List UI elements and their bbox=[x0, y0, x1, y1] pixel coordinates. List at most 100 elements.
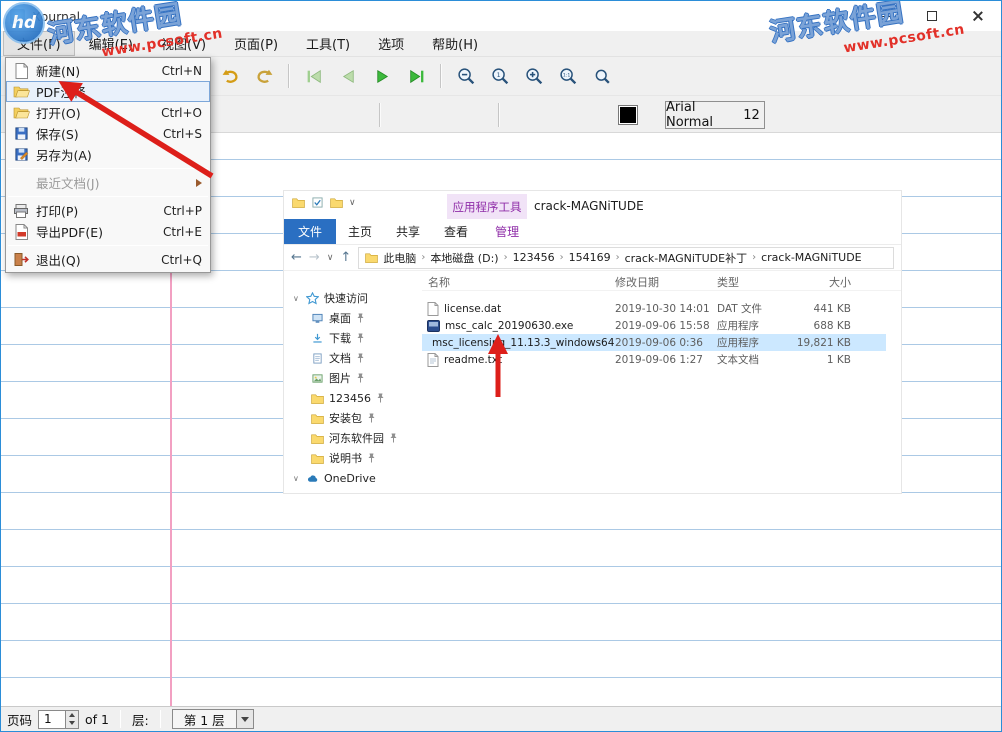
file-row-msc-calc[interactable]: msc_calc_20190630.exe 2019-09-06 15:58 应… bbox=[422, 317, 886, 334]
sidebar-folder-hedong[interactable]: 河东软件园 bbox=[284, 428, 422, 448]
menu-edit[interactable]: 编辑(E) bbox=[75, 31, 147, 56]
tab-home[interactable]: 主页 bbox=[336, 219, 384, 244]
back-icon[interactable]: ← bbox=[291, 250, 302, 265]
file-row-license-dat[interactable]: license.dat 2019-10-30 14:01 DAT 文件 441 … bbox=[422, 300, 886, 317]
layer-dropdown[interactable]: 第 1 层 bbox=[172, 709, 254, 729]
prev-page-button[interactable] bbox=[333, 61, 363, 91]
menu-item-save[interactable]: 保存(S) Ctrl+S bbox=[6, 123, 210, 144]
chevron-down-icon[interactable]: ∨ bbox=[349, 198, 356, 208]
breadcrumb-current-folder[interactable]: crack-MAGNiTUDE bbox=[761, 251, 862, 264]
close-button[interactable] bbox=[955, 1, 1001, 31]
menu-options[interactable]: 选项 bbox=[364, 31, 418, 56]
menu-tools[interactable]: 工具(T) bbox=[292, 31, 364, 56]
column-name[interactable]: 名称 bbox=[422, 274, 615, 290]
save-as-icon bbox=[12, 147, 30, 163]
sidebar-pictures[interactable]: 图片 bbox=[284, 368, 422, 388]
prev-page-icon bbox=[339, 67, 358, 86]
file-date: 2019-10-30 14:01 bbox=[615, 303, 717, 315]
sidebar-folder-installers[interactable]: 安装包 bbox=[284, 408, 422, 428]
xournal-window: Xournal 文件(F) 编辑(E) 视图(V) 页面(P) 工具(T) 选项… bbox=[0, 0, 1002, 732]
file-row-msc-licensing-selected[interactable]: msc_licensing_11.13.3_windows64.exe 2019… bbox=[422, 334, 886, 351]
sidebar-onedrive[interactable]: ∨OneDrive bbox=[284, 468, 422, 488]
minimize-button[interactable] bbox=[863, 1, 909, 31]
column-size[interactable]: 大小 bbox=[779, 274, 857, 290]
sidebar-desktop[interactable]: 桌面 bbox=[284, 308, 422, 328]
sidebar-downloads[interactable]: 下载 bbox=[284, 328, 422, 348]
breadcrumb-123456[interactable]: 123456 bbox=[513, 251, 555, 264]
page-number-spinner[interactable]: 1 bbox=[38, 710, 79, 729]
checkbox-icon[interactable] bbox=[311, 197, 324, 208]
column-type[interactable]: 类型 bbox=[717, 274, 779, 290]
tab-manage[interactable]: 管理 bbox=[483, 219, 531, 244]
menu-item-save-as[interactable]: 另存为(A) bbox=[6, 144, 210, 165]
menu-item-quit[interactable]: 退出(Q) Ctrl+Q bbox=[6, 249, 210, 270]
zoom-fit-button[interactable]: 1:1 bbox=[553, 61, 583, 91]
forward-icon[interactable]: → bbox=[309, 250, 320, 265]
current-color-swatch[interactable] bbox=[618, 105, 638, 125]
next-page-button[interactable] bbox=[367, 61, 397, 91]
up-icon[interactable]: ↑ bbox=[340, 250, 351, 265]
font-name-button[interactable]: Arial Normal bbox=[665, 101, 740, 129]
dropdown-arrow-button[interactable] bbox=[236, 710, 253, 728]
zoom-100-button[interactable]: 1 bbox=[485, 61, 515, 91]
last-page-button[interactable] bbox=[401, 61, 431, 91]
maximize-icon bbox=[927, 11, 937, 21]
folder-icon[interactable] bbox=[292, 197, 305, 208]
menu-separator bbox=[8, 245, 208, 246]
breadcrumb-this-pc[interactable]: 此电脑 bbox=[383, 250, 416, 266]
menu-item-recent-documents[interactable]: 最近文档(J) bbox=[6, 172, 210, 193]
sidebar-item-label: 下载 bbox=[329, 330, 351, 346]
app-icon bbox=[10, 9, 25, 24]
menu-item-open[interactable]: 打开(O) Ctrl+O bbox=[6, 102, 210, 123]
export-pdf-icon bbox=[12, 224, 30, 240]
sidebar-quick-access[interactable]: ∨快速访问 bbox=[284, 288, 422, 308]
page-label: 页码 bbox=[7, 710, 32, 729]
tab-view[interactable]: 查看 bbox=[432, 219, 480, 244]
menu-item-print[interactable]: 打印(P) Ctrl+P bbox=[6, 200, 210, 221]
sidebar-folder-123456[interactable]: 123456 bbox=[284, 388, 422, 408]
folder-icon[interactable] bbox=[330, 197, 343, 208]
pin-icon bbox=[356, 333, 365, 343]
page-up-button[interactable] bbox=[66, 711, 78, 720]
breadcrumb-154169[interactable]: 154169 bbox=[569, 251, 611, 264]
tab-share[interactable]: 共享 bbox=[384, 219, 432, 244]
sidebar-documents[interactable]: 文档 bbox=[284, 348, 422, 368]
menu-file[interactable]: 文件(F) bbox=[3, 31, 75, 56]
onedrive-cloud-icon bbox=[306, 473, 319, 484]
breadcrumb-patch-folder[interactable]: crack-MAGNiTUDE补丁 bbox=[625, 250, 748, 266]
menu-help[interactable]: 帮助(H) bbox=[418, 31, 492, 56]
expander-icon[interactable]: ∨ bbox=[293, 474, 301, 483]
toolbar-separator bbox=[440, 64, 442, 88]
menu-item-shortcut: Ctrl+S bbox=[163, 127, 202, 141]
breadcrumb-drive-d[interactable]: 本地磁盘 (D:) bbox=[430, 250, 498, 266]
menu-view[interactable]: 视图(V) bbox=[147, 31, 220, 56]
zoom-select-icon bbox=[593, 67, 612, 86]
menu-item-pdf-annotate[interactable]: PDF注释 bbox=[6, 81, 210, 102]
history-chevron-icon[interactable]: ∨ bbox=[327, 253, 334, 263]
menu-item-export-pdf[interactable]: 导出PDF(E) Ctrl+E bbox=[6, 221, 210, 242]
statusbar-separator bbox=[160, 710, 161, 728]
menu-page[interactable]: 页面(P) bbox=[220, 31, 292, 56]
tab-file[interactable]: 文件 bbox=[284, 219, 336, 244]
submenu-arrow-icon bbox=[196, 179, 202, 187]
file-icon bbox=[427, 302, 439, 316]
address-bar[interactable]: 此电脑› 本地磁盘 (D:)› 123456› 154169› crack-MA… bbox=[358, 247, 894, 269]
font-size-button[interactable]: 12 bbox=[739, 101, 765, 129]
menu-item-new[interactable]: 新建(N) Ctrl+N bbox=[6, 60, 210, 81]
file-row-readme-txt[interactable]: readme.txt 2019-09-06 1:27 文本文档 1 KB bbox=[422, 351, 886, 368]
redo-button[interactable] bbox=[249, 61, 279, 91]
column-date-modified[interactable]: 修改日期 bbox=[615, 274, 717, 290]
zoom-out-button[interactable] bbox=[451, 61, 481, 91]
menu-item-shortcut: Ctrl+E bbox=[163, 225, 202, 239]
sidebar-folder-manual[interactable]: 说明书 bbox=[284, 448, 422, 468]
window-title: Xournal bbox=[32, 9, 80, 24]
first-page-button[interactable] bbox=[299, 61, 329, 91]
maximize-button[interactable] bbox=[909, 1, 955, 31]
toolbar-separator bbox=[288, 64, 290, 88]
page-down-button[interactable] bbox=[66, 719, 78, 728]
zoom-in-button[interactable] bbox=[519, 61, 549, 91]
undo-button[interactable] bbox=[215, 61, 245, 91]
expander-icon[interactable]: ∨ bbox=[293, 294, 301, 303]
zoom-select-button[interactable] bbox=[587, 61, 617, 91]
sidebar-item-label: 桌面 bbox=[329, 310, 351, 326]
